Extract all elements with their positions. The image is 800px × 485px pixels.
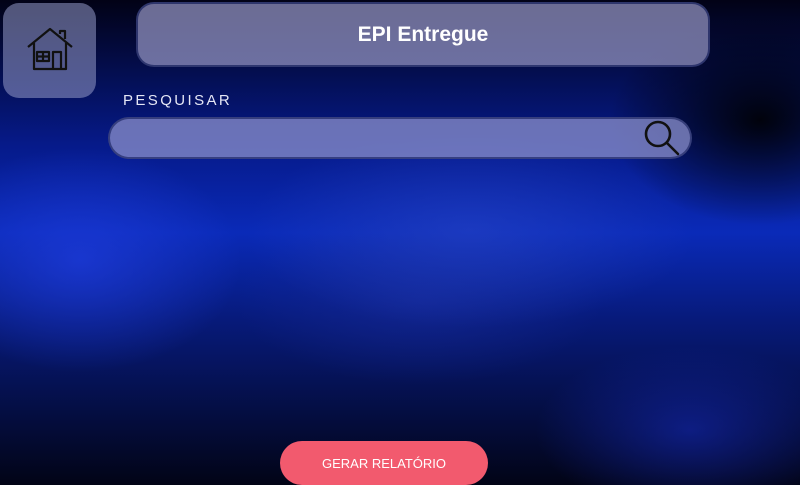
title-panel: EPI Entregue [136,2,710,67]
page-title: EPI Entregue [357,22,489,46]
magnifier-icon [644,120,680,156]
generate-report-button[interactable]: GERAR RELATÓRIO [280,441,488,485]
search-input[interactable] [110,119,634,157]
home-button[interactable] [3,3,96,98]
search-bar [108,117,692,159]
search-button[interactable] [634,119,690,157]
search-label: PESQUISAR [123,92,233,109]
house-icon [25,25,75,77]
